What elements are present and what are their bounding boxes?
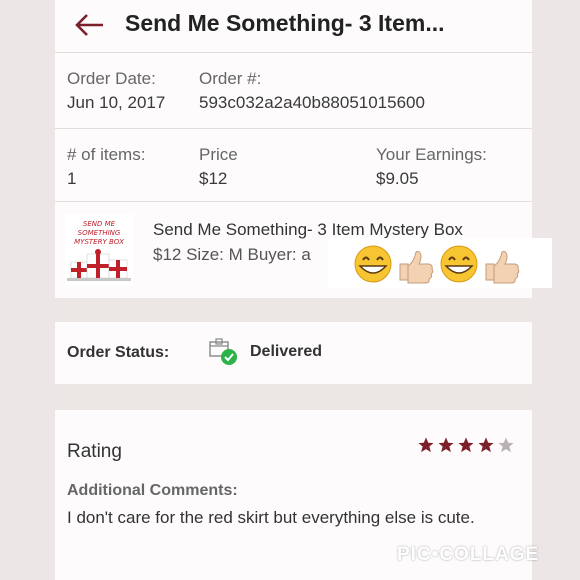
thumbnail-text-2: SOMETHING xyxy=(78,229,121,237)
header-bar: Send Me Something- 3 Item... xyxy=(55,0,532,53)
order-status-label: Order Status: xyxy=(67,344,170,361)
thumbnail-text-1: SEND ME xyxy=(83,220,116,228)
order-number-value: 593c032a2a40b88051015600 xyxy=(199,93,425,112)
app-frame: Send Me Something- 3 Item... Order Date:… xyxy=(0,0,580,580)
section-divider-2 xyxy=(55,384,532,410)
star-filled-icon xyxy=(438,437,454,453)
star-filled-icon xyxy=(458,437,474,453)
right-margin xyxy=(532,0,580,580)
star-empty-icon xyxy=(498,437,514,453)
back-arrow-icon[interactable] xyxy=(73,10,107,40)
order-date-label: Order Date: xyxy=(67,69,156,88)
grinning-face-icon xyxy=(354,245,392,283)
delivered-check-icon xyxy=(209,338,237,365)
price-value: $12 xyxy=(199,169,228,188)
star-filled-icon xyxy=(418,437,434,453)
additional-comments-text: I don't care for the red skirt but every… xyxy=(67,508,475,527)
earnings-value: $9.05 xyxy=(376,169,419,188)
star-filled-icon xyxy=(478,437,494,453)
order-date-value: Jun 10, 2017 xyxy=(67,93,166,112)
emoji-sticker xyxy=(328,238,552,288)
rating-label: Rating xyxy=(67,441,122,462)
grinning-face-icon-2 xyxy=(440,245,478,283)
earnings-label: Your Earnings: xyxy=(376,145,487,164)
price-label: Price xyxy=(199,145,238,164)
left-margin xyxy=(0,0,55,580)
order-info-section: Order Date: Jun 10, 2017 Order #: 593c03… xyxy=(55,53,532,129)
section-divider xyxy=(55,298,532,322)
items-count-label: # of items: xyxy=(67,145,146,164)
order-status-value: Delivered xyxy=(250,343,323,360)
item-title: Send Me Something- 3 Item Mystery Box xyxy=(153,220,463,239)
pic-collage-watermark: PIC•COLLAGE xyxy=(397,544,540,565)
order-status-section: Order Status: Delivered xyxy=(55,322,532,384)
thumbnail-text-3: MYSTERY BOX xyxy=(74,238,124,246)
item-thumbnail[interactable]: SEND ME SOMETHING MYSTERY BOX xyxy=(65,214,133,286)
order-number-label: Order #: xyxy=(199,69,262,88)
page-title: Send Me Something- 3 Item... xyxy=(125,10,445,36)
items-count-value: 1 xyxy=(67,169,77,188)
item-details: $12 Size: M Buyer: a xyxy=(153,245,311,264)
order-amounts-section: # of items: 1 Price $12 Your Earnings: $… xyxy=(55,129,532,202)
additional-comments-label: Additional Comments: xyxy=(67,482,238,499)
star-rating xyxy=(417,436,515,454)
